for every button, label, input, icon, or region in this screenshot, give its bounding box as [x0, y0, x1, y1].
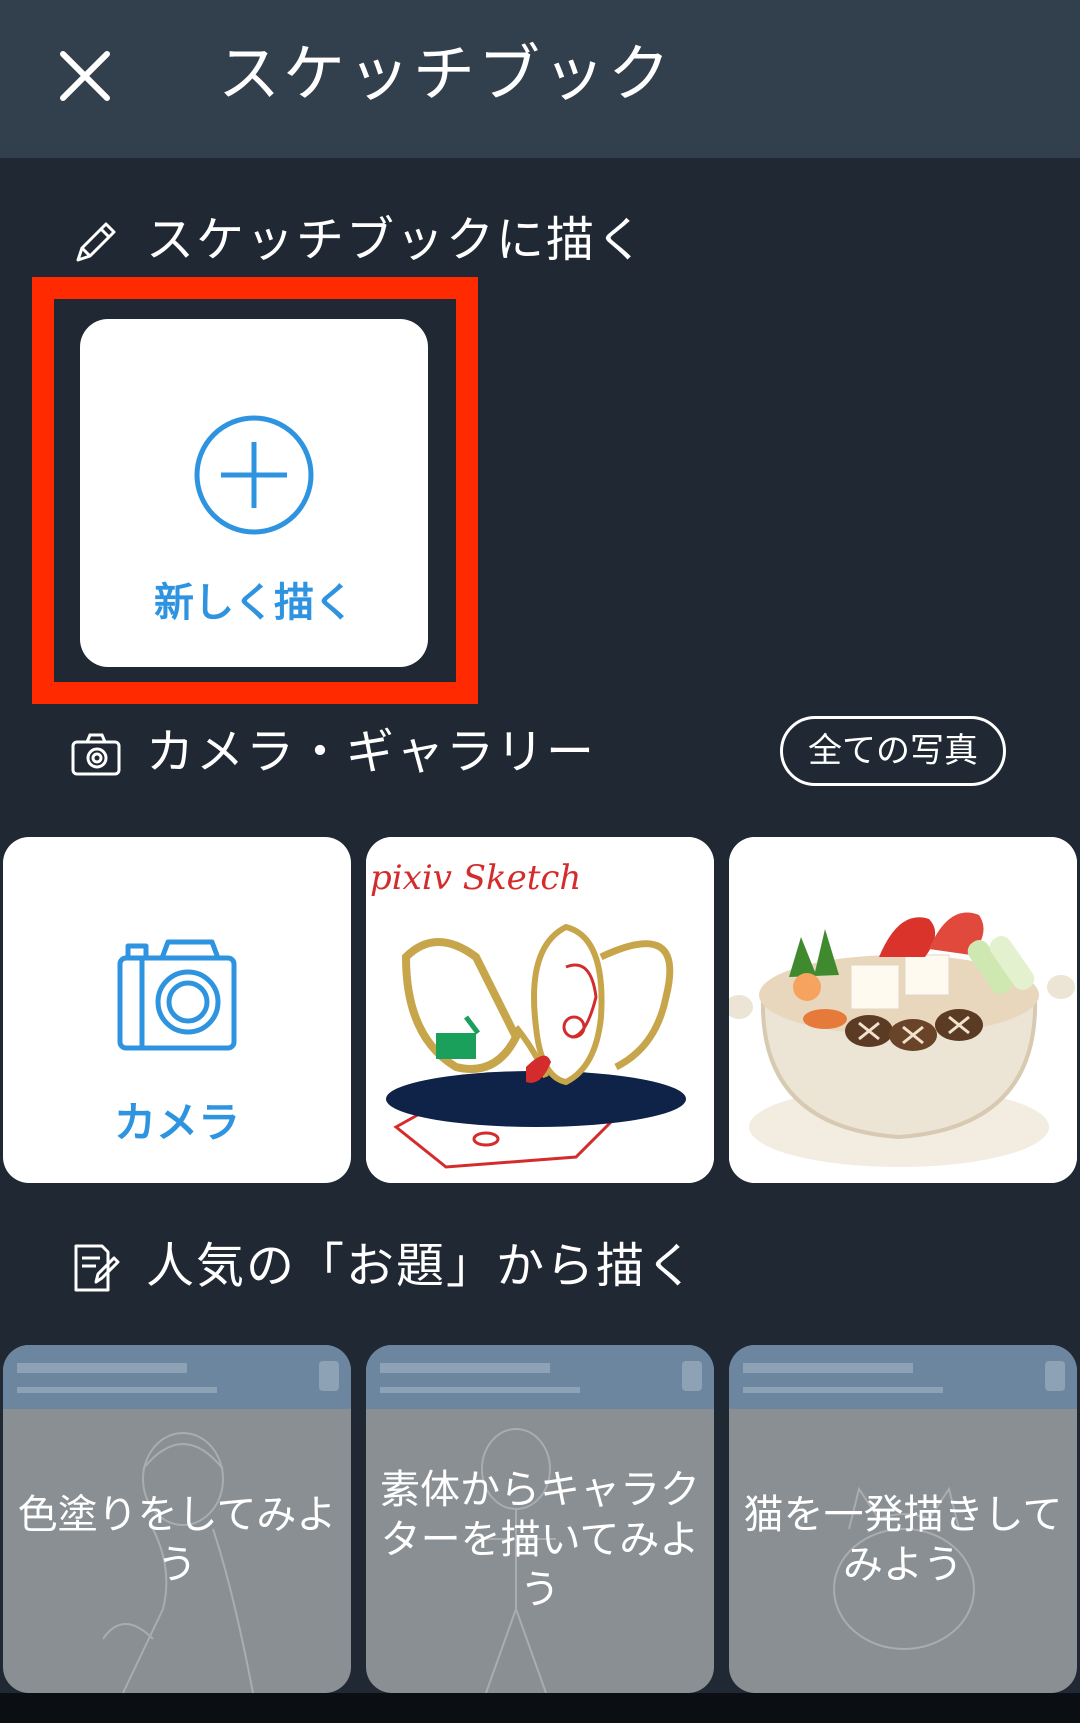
gallery-photo-2[interactable]: [729, 837, 1077, 1183]
all-photos-button[interactable]: 全ての写真: [780, 716, 1006, 786]
camera-icon: [117, 939, 237, 1051]
camera-label: カメラ: [113, 1098, 240, 1147]
close-icon: [60, 51, 110, 101]
theme-card-header: [729, 1345, 1077, 1409]
theme-card-character[interactable]: 素体からキャラクターを描いてみよう: [366, 1345, 714, 1693]
gallery-section-label: カメラ・ギャラリー: [146, 724, 597, 780]
new-drawing-button[interactable]: 新しく描く: [80, 319, 428, 667]
pencil-icon: [76, 222, 116, 262]
app-header: スケッチブック: [0, 0, 1080, 158]
page-title: スケッチブック: [218, 37, 674, 110]
theme-card-label: 素体からキャラクターを描いてみよう: [380, 1467, 700, 1613]
hotpot-illustration: [729, 837, 1077, 1183]
new-drawing-label: 新しく描く: [154, 580, 354, 626]
theme-card-label: 猫を一発描きしてみよう: [743, 1492, 1063, 1588]
note-pencil-icon: [74, 1244, 120, 1292]
pixiv-sketch-text: pixiv Sketch: [370, 858, 581, 898]
camera-button[interactable]: カメラ: [3, 837, 351, 1183]
theme-card-header: [3, 1345, 351, 1409]
plus-circle-icon: [194, 415, 314, 535]
draw-section-label: スケッチブックに描く: [146, 212, 647, 268]
close-button[interactable]: [55, 46, 115, 106]
theme-section-label: 人気の「お題」から描く: [146, 1238, 697, 1294]
theme-card-header: [366, 1345, 714, 1409]
theme-card-cat[interactable]: 猫を一発描きしてみよう: [729, 1345, 1077, 1693]
camera-outline-icon: [71, 733, 121, 776]
bottom-bar: [0, 1693, 1080, 1723]
theme-card-coloring[interactable]: 色塗りをしてみよう: [3, 1345, 351, 1693]
pixiv-sketch-octopus-illustration: pixiv Sketch: [366, 837, 714, 1183]
theme-card-label: 色塗りをしてみよう: [17, 1492, 337, 1588]
gallery-photo-1[interactable]: pixiv Sketch: [366, 837, 714, 1183]
